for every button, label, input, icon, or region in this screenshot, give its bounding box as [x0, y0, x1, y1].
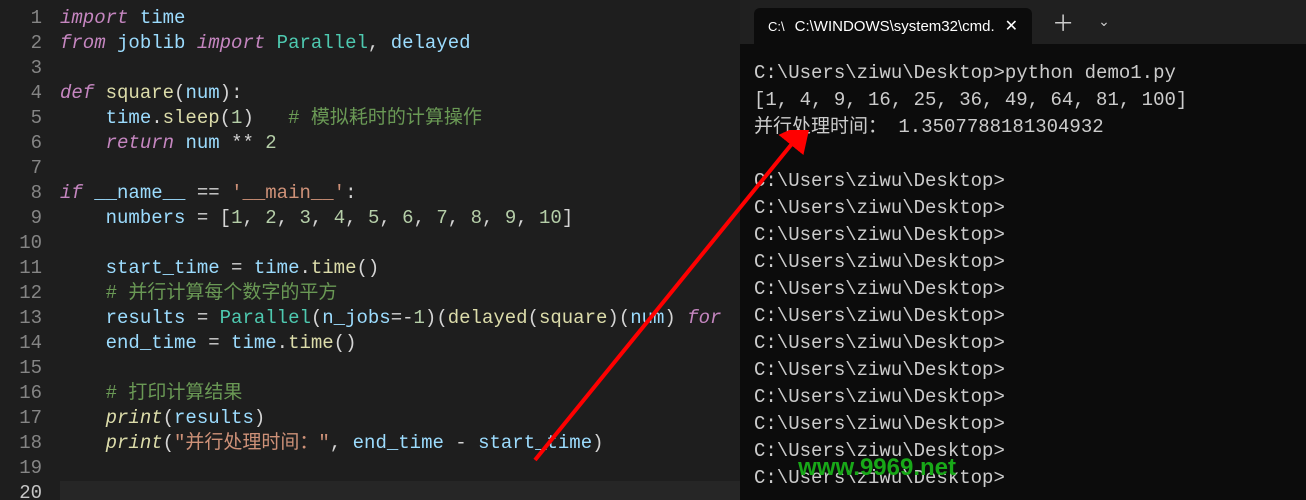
- line-number: 14: [0, 331, 60, 356]
- code-line[interactable]: [60, 156, 740, 181]
- line-number: 16: [0, 381, 60, 406]
- new-tab-button[interactable]: ＋: [1044, 6, 1082, 38]
- line-number: 15: [0, 356, 60, 381]
- code-line[interactable]: start_time = time.time(): [60, 256, 740, 281]
- line-number: 6: [0, 131, 60, 156]
- code-area[interactable]: import timefrom joblib import Parallel, …: [60, 0, 740, 500]
- code-line[interactable]: # 打印计算结果: [60, 381, 740, 406]
- line-number: 8: [0, 181, 60, 206]
- terminal-tab[interactable]: C:\ C:\WINDOWS\system32\cmd. ✕: [754, 8, 1032, 44]
- code-line[interactable]: from joblib import Parallel, delayed: [60, 31, 740, 56]
- line-number: 12: [0, 281, 60, 306]
- code-line[interactable]: print("并行处理时间：", end_time - start_time): [60, 431, 740, 456]
- tab-dropdown-icon[interactable]: ⌄: [1094, 14, 1114, 31]
- line-number: 18: [0, 431, 60, 456]
- code-line[interactable]: end_time = time.time(): [60, 331, 740, 356]
- line-number: 10: [0, 231, 60, 256]
- code-line[interactable]: def square(num):: [60, 81, 740, 106]
- line-number: 1: [0, 6, 60, 31]
- cmd-icon: C:\: [768, 19, 785, 34]
- code-line[interactable]: if __name__ == '__main__':: [60, 181, 740, 206]
- terminal-window: C:\ C:\WINDOWS\system32\cmd. ✕ ＋ ⌄ C:\Us…: [740, 0, 1306, 500]
- line-number: 7: [0, 156, 60, 181]
- line-number: 2: [0, 31, 60, 56]
- code-line[interactable]: results = Parallel(n_jobs=-1)(delayed(sq…: [60, 306, 740, 331]
- code-line[interactable]: numbers = [1, 2, 3, 4, 5, 6, 7, 8, 9, 10…: [60, 206, 740, 231]
- line-number: 4: [0, 81, 60, 106]
- close-icon[interactable]: ✕: [1005, 16, 1018, 36]
- line-number: 20: [0, 481, 60, 500]
- code-editor[interactable]: 1234567891011121314151617181920 import t…: [0, 0, 740, 500]
- code-line[interactable]: return num ** 2: [60, 131, 740, 156]
- code-line[interactable]: [60, 456, 740, 481]
- line-number-gutter: 1234567891011121314151617181920: [0, 0, 60, 500]
- terminal-tabbar: C:\ C:\WINDOWS\system32\cmd. ✕ ＋ ⌄: [740, 0, 1306, 44]
- terminal-tab-title: C:\WINDOWS\system32\cmd.: [795, 18, 995, 35]
- code-line[interactable]: [60, 356, 740, 381]
- code-line[interactable]: time.sleep(1) # 模拟耗时的计算操作: [60, 106, 740, 131]
- code-line[interactable]: print(results): [60, 406, 740, 431]
- line-number: 13: [0, 306, 60, 331]
- line-number: 9: [0, 206, 60, 231]
- code-line[interactable]: [60, 481, 740, 500]
- code-line[interactable]: [60, 56, 740, 81]
- line-number: 17: [0, 406, 60, 431]
- code-line[interactable]: # 并行计算每个数字的平方: [60, 281, 740, 306]
- line-number: 19: [0, 456, 60, 481]
- terminal-output[interactable]: C:\Users\ziwu\Desktop>python demo1.py [1…: [740, 44, 1306, 492]
- code-line[interactable]: import time: [60, 6, 740, 31]
- line-number: 11: [0, 256, 60, 281]
- line-number: 5: [0, 106, 60, 131]
- line-number: 3: [0, 56, 60, 81]
- code-line[interactable]: [60, 231, 740, 256]
